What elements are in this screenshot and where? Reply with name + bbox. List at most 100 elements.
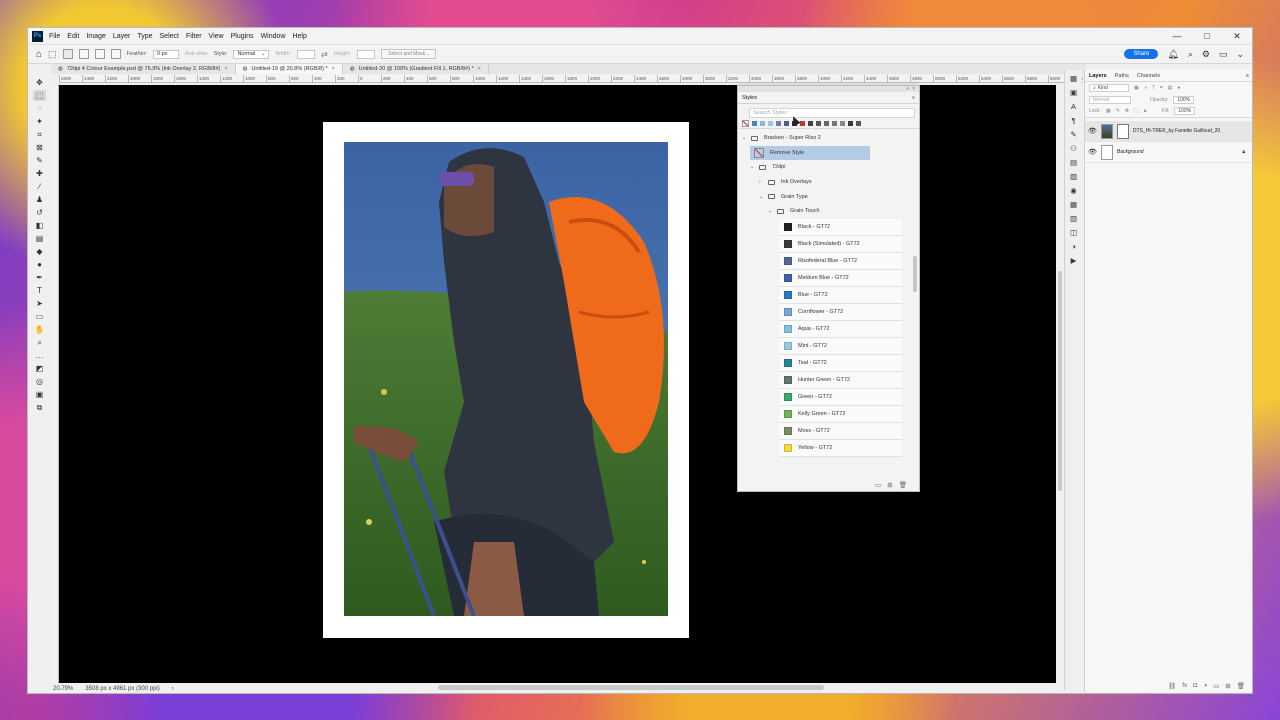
more-tools-icon[interactable]: … xyxy=(33,350,46,361)
chevron-down-icon[interactable]: ⌄ xyxy=(759,194,765,200)
menu-type[interactable]: Type xyxy=(137,33,152,40)
filter-shape-icon[interactable]: ⌗ xyxy=(1160,85,1163,91)
style-item[interactable]: Mint - GT72 xyxy=(779,337,902,355)
chevron-down-icon[interactable]: ⌄ xyxy=(768,208,774,214)
recent-style-swatch[interactable] xyxy=(784,121,789,126)
feather-input[interactable]: 0 px xyxy=(153,49,180,59)
marquee-preset-icon[interactable]: ⬚ xyxy=(48,49,57,60)
paragraph-icon[interactable]: ¶ xyxy=(1071,116,1075,125)
gradients-icon[interactable]: ▥ xyxy=(1070,214,1077,223)
tab-layers[interactable]: Layers xyxy=(1089,73,1107,79)
color-icon[interactable]: ◉ xyxy=(1070,186,1077,195)
properties-icon[interactable]: ▦ xyxy=(1070,74,1077,83)
foreground-background-color-icon[interactable]: ◩ xyxy=(33,363,46,374)
add-mask-icon[interactable]: ◘ xyxy=(1193,682,1197,690)
close-tab-icon[interactable]: × xyxy=(478,66,481,72)
stamp-tool-icon[interactable]: ♟ xyxy=(33,194,46,205)
menu-image[interactable]: Image xyxy=(86,33,105,40)
recent-style-swatch[interactable] xyxy=(768,121,773,126)
select-and-mask-button[interactable]: Select and Mask... xyxy=(381,49,437,59)
history-brush-icon[interactable]: ↺ xyxy=(33,207,46,218)
panel-menu-icon[interactable]: ≡ xyxy=(912,95,919,101)
collapse-icon[interactable]: « xyxy=(906,86,909,92)
add-selection-icon[interactable] xyxy=(78,49,89,59)
quick-mask-icon[interactable]: ◎ xyxy=(33,376,46,387)
close-tab-icon[interactable]: × xyxy=(332,66,335,72)
character-icon[interactable]: A xyxy=(1071,102,1076,111)
opacity-input[interactable]: 100% xyxy=(1173,96,1195,104)
style-item[interactable]: Moss - GT72 xyxy=(779,422,902,440)
layer-filter-select[interactable]: ⌕ Kind xyxy=(1089,84,1129,92)
zoom-tool-icon[interactable]: ⌕ xyxy=(33,337,46,348)
new-group-icon[interactable]: ▭ xyxy=(875,481,881,489)
layer-name[interactable]: Background xyxy=(1117,149,1144,155)
new-selection-icon[interactable] xyxy=(62,49,73,59)
dodge-tool-icon[interactable]: ● xyxy=(33,259,46,270)
recent-style-swatch[interactable] xyxy=(752,121,757,126)
eye-icon[interactable]: 👁︎ xyxy=(1088,148,1097,156)
blend-mode-select[interactable]: Normal xyxy=(1089,96,1131,104)
libraries-icon[interactable]: ▤ xyxy=(1070,158,1077,167)
horizontal-scrollbar[interactable] xyxy=(438,685,824,690)
filter-pixel-icon[interactable]: ▣ xyxy=(1134,85,1139,91)
chevron-down-icon[interactable]: ⌄ xyxy=(742,135,748,141)
panel-menu-icon[interactable]: ≡ xyxy=(1246,73,1252,79)
pen-tool-icon[interactable]: ✒ xyxy=(33,272,46,283)
tab-document-3[interactable]: ◍ Untitled-20 @ 100% (Gradient Fill 1, RG… xyxy=(343,64,489,74)
blur-tool-icon[interactable]: ◆ xyxy=(33,246,46,257)
chevron-right-icon[interactable]: › xyxy=(759,179,765,185)
styles-search-input[interactable]: Search Styles xyxy=(749,108,915,118)
close-window-button[interactable]: ✕ xyxy=(1222,31,1252,42)
link-layers-icon[interactable]: ⛓ xyxy=(1168,682,1176,690)
chevron-down-icon[interactable]: ⌄ xyxy=(750,164,756,170)
recent-style-swatch[interactable] xyxy=(800,121,805,126)
fx-icon[interactable]: fx xyxy=(1182,682,1187,690)
workspace-icon[interactable]: ▭ xyxy=(1219,49,1228,60)
style-group-row[interactable]: ⌄ Bracken - Super Riso 2 xyxy=(738,131,919,146)
move-tool-icon[interactable]: ✥ xyxy=(33,77,46,88)
delete-layer-icon[interactable]: 🗑︎ xyxy=(1237,682,1245,690)
frame-tool-icon[interactable]: ⊠ xyxy=(33,142,46,153)
layer-name[interactable]: DTS_HI-TREK_by Fanette Guilloud_20 xyxy=(1133,128,1220,134)
style-item[interactable]: Risofederal Blue - GT72 xyxy=(779,252,902,270)
tab-channels[interactable]: Channels xyxy=(1137,73,1160,79)
style-select[interactable]: Normal ⌄ xyxy=(233,49,270,59)
status-arrow-icon[interactable]: › xyxy=(172,686,174,692)
remove-style-row[interactable]: Remove Style xyxy=(738,145,919,161)
crop-tool-icon[interactable]: ⌗ xyxy=(33,129,46,140)
remove-style-item[interactable]: Remove Style xyxy=(750,145,870,161)
recent-style-swatch[interactable] xyxy=(808,121,813,126)
eraser-icon[interactable]: ◧ xyxy=(33,220,46,231)
comments-icon[interactable]: ▣ xyxy=(1070,88,1077,97)
vertical-scrollbar[interactable] xyxy=(1056,85,1064,683)
menu-layer[interactable]: Layer xyxy=(113,33,131,40)
style-folder-row[interactable]: ⌄ Grain Touch xyxy=(738,204,919,219)
lock-paint-icon[interactable]: ✎ xyxy=(1116,108,1120,114)
recent-style-swatch[interactable] xyxy=(824,121,829,126)
bell-icon[interactable]: 🔔︎ xyxy=(1167,49,1178,60)
swatches-icon[interactable]: ▦ xyxy=(1070,200,1077,209)
rectangle-tool-icon[interactable]: ▭ xyxy=(33,311,46,322)
height-input[interactable] xyxy=(357,49,376,59)
style-folder-row[interactable]: ⌄ Grain Type xyxy=(738,189,919,204)
style-item[interactable]: Kelly Green - GT72 xyxy=(779,405,902,423)
actions-icon[interactable]: ▶ xyxy=(1071,256,1077,265)
adjustment-layer-icon[interactable]: ◑ xyxy=(1203,682,1207,690)
lasso-tool-icon[interactable]: ◌ xyxy=(33,103,46,114)
menu-filter[interactable]: Filter xyxy=(186,33,202,40)
brush-settings-icon[interactable]: ✎ xyxy=(1070,130,1076,139)
close-panel-icon[interactable]: × xyxy=(912,86,915,92)
lock-artboard-icon[interactable]: ⬚ xyxy=(1134,108,1139,114)
home-icon[interactable]: ⌂ xyxy=(36,49,42,60)
style-folder-row[interactable]: ⌄ 72dpi xyxy=(738,160,919,175)
tab-styles[interactable]: Styles xyxy=(742,95,757,101)
delete-style-icon[interactable]: 🗑︎ xyxy=(899,481,907,489)
minimize-button[interactable]: — xyxy=(1162,31,1192,42)
lock-all-icon[interactable]: 🔒︎ xyxy=(1144,108,1147,114)
style-item[interactable]: Yellow - GT72 xyxy=(779,439,902,457)
style-item[interactable]: Aqua - GT72 xyxy=(779,320,902,338)
menu-plugins[interactable]: Plugins xyxy=(231,33,254,40)
lock-pixels-icon[interactable]: ▦ xyxy=(1106,108,1111,114)
filter-toggle-icon[interactable]: ● xyxy=(1177,85,1180,91)
zoom-level[interactable]: 20.79% xyxy=(53,686,73,692)
